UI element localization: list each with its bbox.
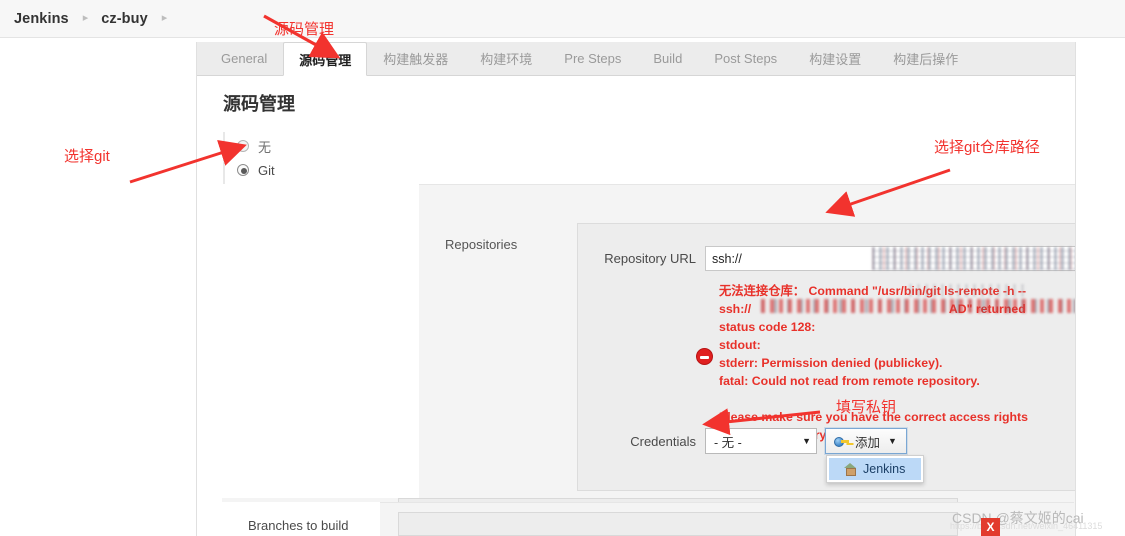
config-tab-bar: General 源码管理 构建触发器 构建环境 Pre Steps Build …	[197, 42, 1075, 76]
breadcrumb-separator-icon: ▸	[82, 12, 89, 24]
radio-label-git: Git	[258, 162, 275, 178]
annotation-select-git: 选择git	[64, 148, 110, 165]
breadcrumb: Jenkins ▸ cz-buy ▸	[0, 0, 1125, 38]
key-icon	[834, 436, 849, 447]
tab-build-settings[interactable]: 构建设置	[793, 42, 877, 75]
page-title: 源码管理	[223, 94, 295, 114]
tab-build-env[interactable]: 构建环境	[464, 42, 548, 75]
radio-label-none: 无	[258, 139, 272, 155]
radio-option-git[interactable]: Git	[237, 158, 463, 182]
config-panel: General 源码管理 构建触发器 构建环境 Pre Steps Build …	[196, 42, 1076, 536]
repository-url-label: Repository URL	[604, 251, 696, 266]
repository-card: Repository URL ? 无法连接仓库： Command "/usr/b…	[577, 223, 1075, 491]
tab-source-control[interactable]: 源码管理	[283, 42, 368, 76]
tab-post-steps[interactable]: Post Steps	[698, 42, 793, 75]
radio-option-none[interactable]: 无	[237, 134, 463, 158]
chevron-down-icon: ▼	[802, 436, 811, 446]
branches-to-build-input[interactable]	[398, 512, 958, 536]
radio-dot-icon-none	[237, 140, 249, 152]
chevron-down-icon: ▼	[888, 436, 897, 446]
credentials-row: Credentials - 无 - ▼ 添加 ▼ Jenkins	[578, 428, 1075, 483]
add-credentials-dropdown-menu: Jenkins	[826, 455, 924, 483]
repositories-label: Repositories	[445, 237, 518, 252]
radio-dot-icon-git	[237, 164, 249, 176]
git-config-block: Repositories ? Repository URL ?	[419, 184, 1075, 536]
right-gutter	[1077, 42, 1125, 536]
add-credentials-button[interactable]: 添加 ▼	[825, 428, 907, 454]
annotation-private-key: 填写私钥	[836, 399, 897, 416]
branches-to-build-label: Branches to build	[248, 518, 349, 533]
annotation-repo-path: 选择git仓库路径	[934, 139, 1040, 156]
watermark-logo-icon: X	[981, 518, 1000, 536]
annotation-source-control: 源码管理	[274, 21, 335, 38]
credentials-select[interactable]: - 无 - ▼	[705, 428, 817, 454]
repository-url-input[interactable]	[705, 246, 1075, 271]
error-icon	[696, 348, 713, 365]
add-credentials-label: 添加	[855, 435, 881, 450]
scm-radio-group: 无 Git	[223, 132, 463, 184]
dropdown-item-label: Jenkins	[863, 462, 906, 476]
error-text: 无法连接仓库： Command "/usr/bin/git ls-remote …	[719, 284, 1028, 442]
repository-error-message: 无法连接仓库： Command "/usr/bin/git ls-remote …	[696, 282, 1075, 444]
credentials-selected-value: - 无 -	[714, 435, 742, 450]
breadcrumb-item-jenkins[interactable]: Jenkins	[14, 11, 69, 27]
dropdown-item-jenkins[interactable]: Jenkins	[829, 458, 921, 480]
add-credentials-wrapper: 添加 ▼ Jenkins	[825, 428, 924, 483]
tab-build[interactable]: Build	[637, 42, 698, 75]
watermark-text: CSDN @蔡文姬的cai	[952, 510, 1084, 526]
credentials-label: Credentials	[630, 433, 696, 449]
screenshot-root: Jenkins ▸ cz-buy ▸ General 源码管理 构建触发器 构建…	[0, 0, 1125, 536]
repository-url-row: Repository URL ?	[578, 246, 1075, 271]
house-icon	[843, 463, 857, 476]
tab-build-triggers[interactable]: 构建触发器	[367, 42, 464, 75]
breadcrumb-separator-icon-2: ▸	[161, 12, 168, 24]
tab-pre-steps[interactable]: Pre Steps	[548, 42, 637, 75]
breadcrumb-item-cz-buy[interactable]: cz-buy	[101, 11, 148, 27]
tab-post-build[interactable]: 构建后操作	[877, 42, 974, 75]
tab-general[interactable]: General	[205, 42, 283, 75]
